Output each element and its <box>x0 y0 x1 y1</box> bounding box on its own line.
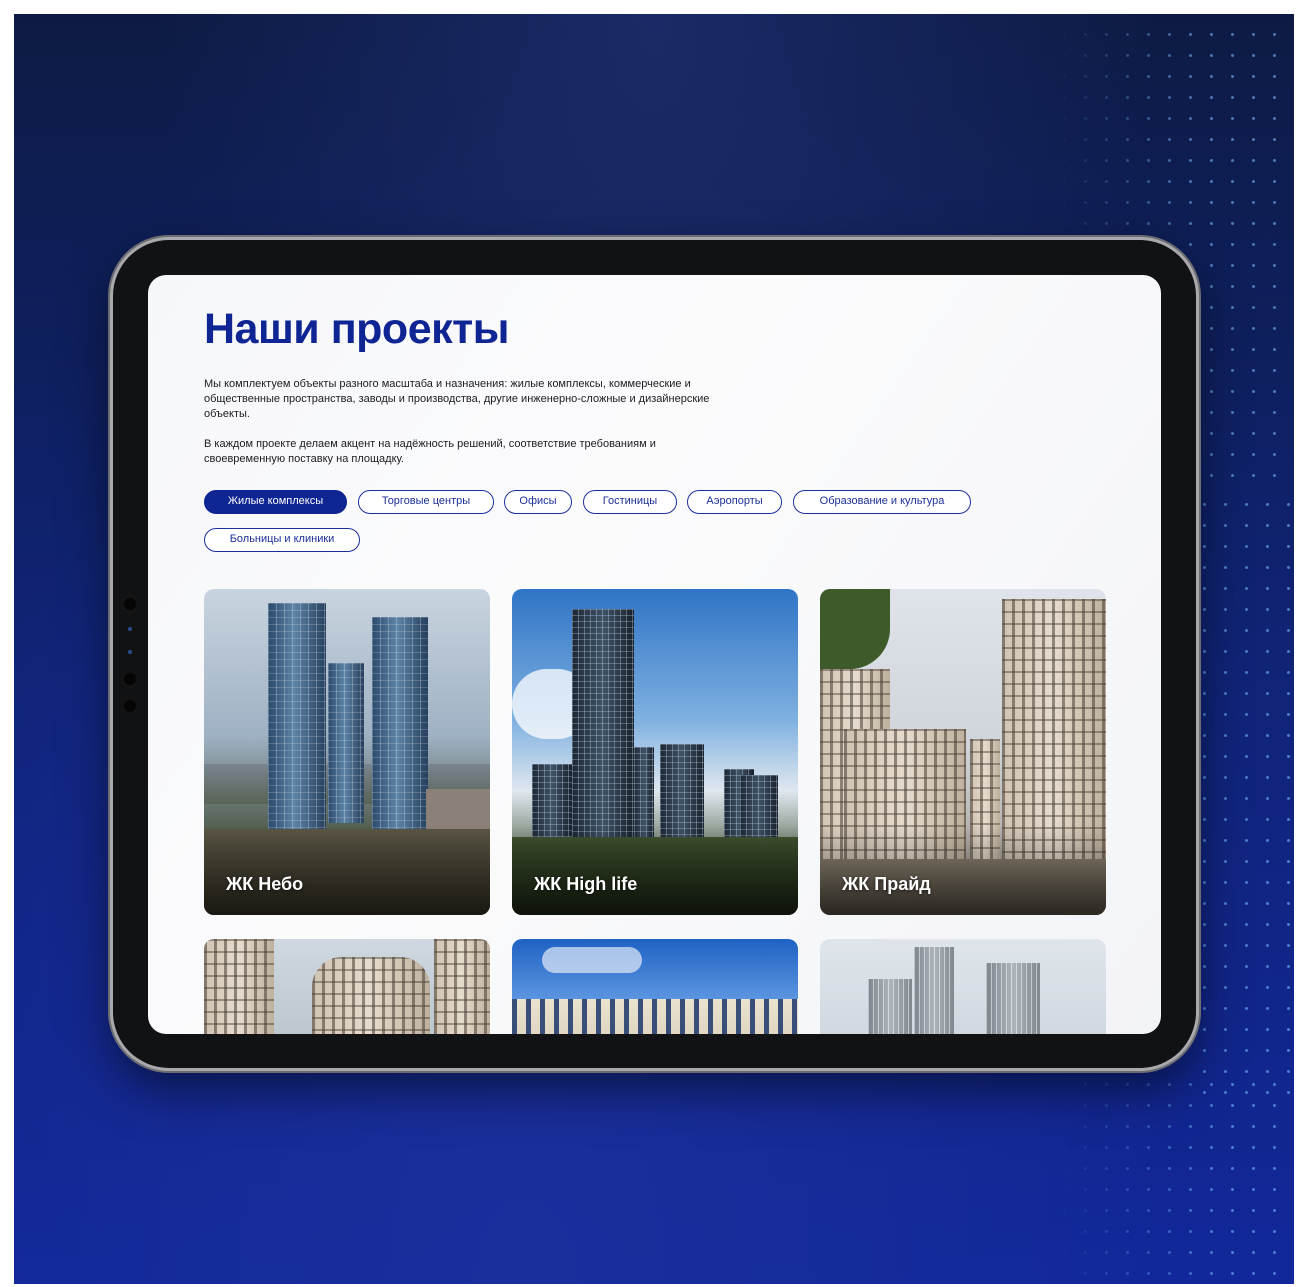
building-image <box>204 939 274 1034</box>
card-shade <box>820 825 1106 915</box>
card-shade <box>512 825 798 915</box>
camera-icon <box>122 596 138 612</box>
tablet-screen: Наши проекты Мы комплектуем объекты разн… <box>148 275 1161 1034</box>
project-card[interactable] <box>512 939 798 1034</box>
filter-chip-offices[interactable]: Офисы <box>504 490 572 514</box>
building-image <box>328 663 364 823</box>
camera-icon <box>122 698 138 714</box>
dot-pattern-right <box>1194 494 1294 1094</box>
sensor-icon <box>128 650 132 654</box>
page-title: Наши проекты <box>204 305 509 353</box>
sensor-icon <box>128 627 132 631</box>
building-image <box>868 979 912 1034</box>
building-image <box>572 609 634 849</box>
building-image <box>268 603 326 833</box>
project-card[interactable] <box>820 939 1106 1034</box>
project-card[interactable]: ЖК High life <box>512 589 798 915</box>
project-card-title: ЖК Небо <box>226 874 304 894</box>
building-image <box>914 947 954 1034</box>
filter-chip-residential[interactable]: Жилые комплексы <box>204 490 347 514</box>
building-image <box>434 939 490 1034</box>
project-card-title: ЖК High life <box>534 874 638 894</box>
page-description: Мы комплектуем объекты разного масштаба … <box>204 378 710 420</box>
building-image <box>312 957 430 1034</box>
building-image <box>512 999 798 1034</box>
filter-chip-hospitals[interactable]: Больницы и клиники <box>204 528 360 552</box>
building-image <box>986 963 1040 1034</box>
project-card[interactable] <box>204 939 490 1034</box>
project-card[interactable]: ЖК Небо <box>204 589 490 915</box>
project-card[interactable]: ЖК Прайд <box>820 589 1106 915</box>
filter-chip-hotels[interactable]: Гостиницы <box>583 490 677 514</box>
building-image <box>634 747 654 837</box>
project-card-title: ЖК Прайд <box>842 874 931 894</box>
dot-pattern-bottom <box>1054 1074 1294 1284</box>
filter-chip-airports[interactable]: Аэропорты <box>687 490 782 514</box>
card-shade <box>204 825 490 915</box>
filter-chip-malls[interactable]: Торговые центры <box>358 490 494 514</box>
building-image <box>372 617 428 837</box>
cloud-image <box>542 947 642 973</box>
camera-icon <box>122 671 138 687</box>
tree-image <box>820 589 890 669</box>
filter-chip-education[interactable]: Образование и культура <box>793 490 971 514</box>
page-description-secondary: В каждом проекте делаем акцент на надёжн… <box>204 438 656 465</box>
